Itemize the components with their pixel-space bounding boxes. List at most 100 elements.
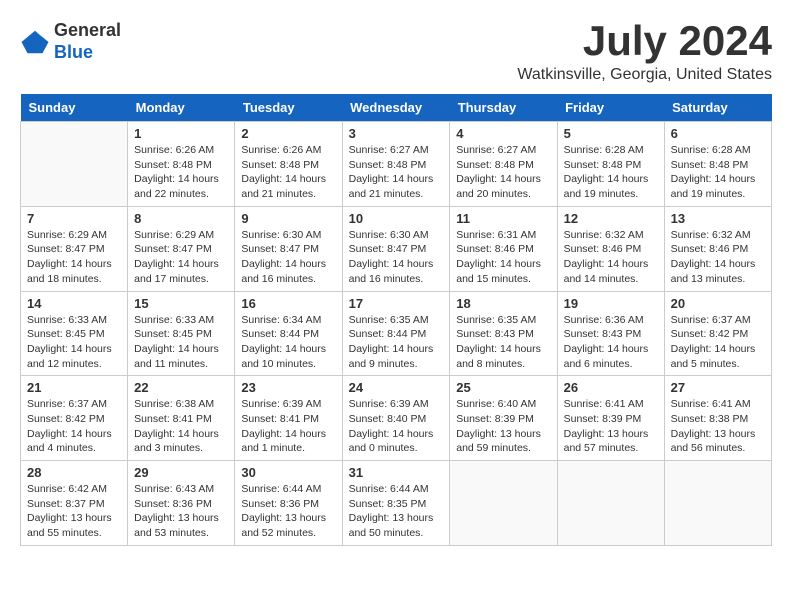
day-detail: Sunrise: 6:26 AM Sunset: 8:48 PM Dayligh… — [241, 143, 335, 202]
day-cell — [21, 122, 128, 207]
day-detail: Sunrise: 6:33 AM Sunset: 8:45 PM Dayligh… — [134, 313, 228, 372]
day-detail: Sunrise: 6:43 AM Sunset: 8:36 PM Dayligh… — [134, 482, 228, 541]
day-detail: Sunrise: 6:26 AM Sunset: 8:48 PM Dayligh… — [134, 143, 228, 202]
day-detail: Sunrise: 6:39 AM Sunset: 8:40 PM Dayligh… — [349, 397, 444, 456]
logo: General Blue — [20, 20, 121, 63]
day-number: 12 — [564, 211, 658, 226]
location-title: Watkinsville, Georgia, United States — [517, 66, 772, 84]
day-cell: 7 Sunrise: 6:29 AM Sunset: 8:47 PM Daylig… — [21, 206, 128, 291]
day-detail: Sunrise: 6:30 AM Sunset: 8:47 PM Dayligh… — [349, 228, 444, 287]
header-monday: Monday — [128, 94, 235, 122]
day-cell: 4 Sunrise: 6:27 AM Sunset: 8:48 PM Daylig… — [450, 122, 557, 207]
calendar-header-row: SundayMondayTuesdayWednesdayThursdayFrid… — [21, 94, 772, 122]
day-cell: 11 Sunrise: 6:31 AM Sunset: 8:46 PM Dayli… — [450, 206, 557, 291]
day-cell: 8 Sunrise: 6:29 AM Sunset: 8:47 PM Daylig… — [128, 206, 235, 291]
day-number: 14 — [27, 296, 121, 311]
calendar-table: SundayMondayTuesdayWednesdayThursdayFrid… — [20, 94, 772, 546]
day-detail: Sunrise: 6:29 AM Sunset: 8:47 PM Dayligh… — [27, 228, 121, 287]
day-number: 1 — [134, 126, 228, 141]
day-detail: Sunrise: 6:40 AM Sunset: 8:39 PM Dayligh… — [456, 397, 550, 456]
day-number: 28 — [27, 465, 121, 480]
day-number: 26 — [564, 380, 658, 395]
day-detail: Sunrise: 6:41 AM Sunset: 8:39 PM Dayligh… — [564, 397, 658, 456]
day-cell: 19 Sunrise: 6:36 AM Sunset: 8:43 PM Dayli… — [557, 291, 664, 376]
day-detail: Sunrise: 6:41 AM Sunset: 8:38 PM Dayligh… — [671, 397, 765, 456]
day-number: 31 — [349, 465, 444, 480]
day-number: 19 — [564, 296, 658, 311]
day-number: 18 — [456, 296, 550, 311]
day-cell: 29 Sunrise: 6:43 AM Sunset: 8:36 PM Dayli… — [128, 461, 235, 546]
month-title: July 2024 — [517, 20, 772, 62]
day-cell: 25 Sunrise: 6:40 AM Sunset: 8:39 PM Dayli… — [450, 376, 557, 461]
day-detail: Sunrise: 6:29 AM Sunset: 8:47 PM Dayligh… — [134, 228, 228, 287]
day-number: 21 — [27, 380, 121, 395]
week-row-1: 1 Sunrise: 6:26 AM Sunset: 8:48 PM Daylig… — [21, 122, 772, 207]
day-number: 7 — [27, 211, 121, 226]
header: General Blue July 2024 Watkinsville, Geo… — [20, 20, 772, 84]
day-cell — [664, 461, 771, 546]
day-number: 11 — [456, 211, 550, 226]
day-detail: Sunrise: 6:28 AM Sunset: 8:48 PM Dayligh… — [671, 143, 765, 202]
day-number: 23 — [241, 380, 335, 395]
day-cell: 22Sunrise: 6:38 AM Sunset: 8:41 PM Dayli… — [128, 376, 235, 461]
day-number: 5 — [564, 126, 658, 141]
day-detail: Sunrise: 6:32 AM Sunset: 8:46 PM Dayligh… — [564, 228, 658, 287]
day-detail: Sunrise: 6:35 AM Sunset: 8:43 PM Dayligh… — [456, 313, 550, 372]
day-number: 8 — [134, 211, 228, 226]
header-tuesday: Tuesday — [235, 94, 342, 122]
day-number: 30 — [241, 465, 335, 480]
day-number: 13 — [671, 211, 765, 226]
day-cell: 21 Sunrise: 6:37 AM Sunset: 8:42 PM Dayli… — [21, 376, 128, 461]
day-detail: Sunrise: 6:28 AM Sunset: 8:48 PM Dayligh… — [564, 143, 658, 202]
day-number: 16 — [241, 296, 335, 311]
header-friday: Friday — [557, 94, 664, 122]
day-cell: 2Sunrise: 6:26 AM Sunset: 8:48 PM Daylig… — [235, 122, 342, 207]
day-cell: 3Sunrise: 6:27 AM Sunset: 8:48 PM Daylig… — [342, 122, 450, 207]
day-number: 20 — [671, 296, 765, 311]
day-cell: 30 Sunrise: 6:44 AM Sunset: 8:36 PM Dayli… — [235, 461, 342, 546]
day-number: 10 — [349, 211, 444, 226]
day-number: 25 — [456, 380, 550, 395]
day-detail: Sunrise: 6:37 AM Sunset: 8:42 PM Dayligh… — [27, 397, 121, 456]
day-detail: Sunrise: 6:35 AM Sunset: 8:44 PM Dayligh… — [349, 313, 444, 372]
day-number: 4 — [456, 126, 550, 141]
day-number: 29 — [134, 465, 228, 480]
header-saturday: Saturday — [664, 94, 771, 122]
day-cell — [450, 461, 557, 546]
week-row-2: 7 Sunrise: 6:29 AM Sunset: 8:47 PM Daylig… — [21, 206, 772, 291]
logo-blue-text: Blue — [54, 42, 121, 64]
day-cell: 13Sunrise: 6:32 AM Sunset: 8:46 PM Dayli… — [664, 206, 771, 291]
day-cell: 10 Sunrise: 6:30 AM Sunset: 8:47 PM Dayli… — [342, 206, 450, 291]
day-detail: Sunrise: 6:31 AM Sunset: 8:46 PM Dayligh… — [456, 228, 550, 287]
day-detail: Sunrise: 6:30 AM Sunset: 8:47 PM Dayligh… — [241, 228, 335, 287]
day-cell — [557, 461, 664, 546]
week-row-3: 14 Sunrise: 6:33 AM Sunset: 8:45 PM Dayli… — [21, 291, 772, 376]
day-number: 17 — [349, 296, 444, 311]
day-number: 3 — [349, 126, 444, 141]
day-number: 27 — [671, 380, 765, 395]
logo-icon — [20, 27, 50, 57]
day-number: 9 — [241, 211, 335, 226]
day-cell: 6Sunrise: 6:28 AM Sunset: 8:48 PM Daylig… — [664, 122, 771, 207]
day-detail: Sunrise: 6:36 AM Sunset: 8:43 PM Dayligh… — [564, 313, 658, 372]
logo-text: General Blue — [54, 20, 121, 63]
day-cell: 12 Sunrise: 6:32 AM Sunset: 8:46 PM Dayli… — [557, 206, 664, 291]
week-row-5: 28Sunrise: 6:42 AM Sunset: 8:37 PM Dayli… — [21, 461, 772, 546]
day-number: 22 — [134, 380, 228, 395]
day-number: 15 — [134, 296, 228, 311]
day-cell: 28Sunrise: 6:42 AM Sunset: 8:37 PM Dayli… — [21, 461, 128, 546]
logo-general-text: General — [54, 20, 121, 42]
day-cell: 16Sunrise: 6:34 AM Sunset: 8:44 PM Dayli… — [235, 291, 342, 376]
day-cell: 27 Sunrise: 6:41 AM Sunset: 8:38 PM Dayli… — [664, 376, 771, 461]
header-thursday: Thursday — [450, 94, 557, 122]
day-detail: Sunrise: 6:27 AM Sunset: 8:48 PM Dayligh… — [456, 143, 550, 202]
day-detail: Sunrise: 6:33 AM Sunset: 8:45 PM Dayligh… — [27, 313, 121, 372]
day-cell: 15 Sunrise: 6:33 AM Sunset: 8:45 PM Dayli… — [128, 291, 235, 376]
day-cell: 17 Sunrise: 6:35 AM Sunset: 8:44 PM Dayli… — [342, 291, 450, 376]
day-number: 24 — [349, 380, 444, 395]
day-detail: Sunrise: 6:44 AM Sunset: 8:36 PM Dayligh… — [241, 482, 335, 541]
day-cell: 31Sunrise: 6:44 AM Sunset: 8:35 PM Dayli… — [342, 461, 450, 546]
header-sunday: Sunday — [21, 94, 128, 122]
day-cell: 23 Sunrise: 6:39 AM Sunset: 8:41 PM Dayli… — [235, 376, 342, 461]
day-detail: Sunrise: 6:39 AM Sunset: 8:41 PM Dayligh… — [241, 397, 335, 456]
